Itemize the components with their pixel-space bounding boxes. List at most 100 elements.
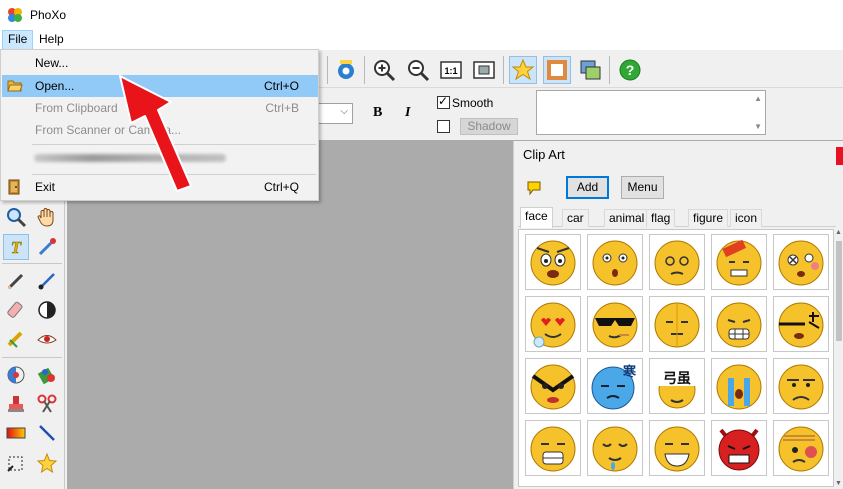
- scroll-up-icon[interactable]: ▲: [835, 229, 842, 236]
- clip-art-item[interactable]: [525, 296, 581, 352]
- clip-art-item[interactable]: [649, 296, 705, 352]
- tab-animal[interactable]: animal: [604, 209, 650, 227]
- title-bar: PhoXo: [0, 0, 843, 30]
- clip-art-item[interactable]: [525, 420, 581, 476]
- menu-item-from-clipboard[interactable]: From Clipboard Ctrl+B: [2, 97, 318, 119]
- sparkle-tool[interactable]: [34, 450, 60, 476]
- shocked-face-icon: [778, 240, 824, 286]
- italic-button[interactable]: I: [405, 105, 410, 121]
- scroll-down-icon[interactable]: ▼: [835, 480, 842, 487]
- crop-tool[interactable]: [3, 450, 29, 476]
- smooth-label: Smooth: [452, 96, 494, 110]
- clip-art-item[interactable]: [587, 420, 643, 476]
- text-tool[interactable]: T: [3, 234, 29, 260]
- exit-door-icon: [8, 179, 20, 195]
- tool-separator: [2, 357, 62, 358]
- scrollbar-thumb[interactable]: [836, 241, 842, 341]
- drooling-face-icon: [592, 426, 638, 472]
- gradient-tool[interactable]: [3, 420, 29, 446]
- clip-art-item[interactable]: [649, 420, 705, 476]
- zoom-tool[interactable]: [3, 204, 29, 230]
- clip-art-scrollbar[interactable]: ▲ ▼: [834, 229, 843, 487]
- red-eye-tool[interactable]: [34, 326, 60, 352]
- menu-file[interactable]: File: [2, 30, 34, 50]
- scissors-tool[interactable]: [34, 391, 60, 417]
- menu-item-new[interactable]: New...: [2, 52, 318, 74]
- help-button[interactable]: ?: [616, 56, 644, 84]
- clip-art-item[interactable]: [711, 420, 767, 476]
- pencil-icon: [7, 273, 24, 290]
- clip-art-item[interactable]: [773, 296, 829, 352]
- paintbrush-palette-icon: [7, 331, 23, 348]
- stamp-tool[interactable]: [3, 326, 29, 352]
- menu-item-open[interactable]: Open... Ctrl+O: [2, 75, 318, 97]
- tab-car[interactable]: car: [562, 209, 589, 227]
- shadow-button[interactable]: Shadow: [460, 118, 518, 135]
- eyedropper-tool[interactable]: [34, 234, 60, 260]
- eraser-tool[interactable]: [3, 297, 29, 323]
- clip-art-item[interactable]: [711, 234, 767, 290]
- fit-window-button[interactable]: [470, 56, 498, 84]
- clip-art-item[interactable]: [773, 358, 829, 414]
- clip-art-panel: Clip Art Add Menu face car animal flag f…: [513, 141, 843, 489]
- clone-tool[interactable]: [3, 362, 29, 388]
- actual-size-button[interactable]: 1:1: [437, 56, 465, 84]
- clip-art-item[interactable]: 寒: [587, 358, 643, 414]
- scroll-down-icon[interactable]: ▼: [754, 122, 762, 131]
- menu-item-exit[interactable]: Exit Ctrl+Q: [2, 176, 318, 198]
- hand-tool[interactable]: [34, 204, 60, 230]
- zoom-in-button[interactable]: [370, 56, 398, 84]
- menu-button[interactable]: Menu: [621, 176, 664, 199]
- add-button[interactable]: Add: [566, 176, 609, 199]
- brush-tool[interactable]: [34, 268, 60, 294]
- clip-art-item[interactable]: [773, 420, 829, 476]
- refresh-button[interactable]: [332, 56, 360, 84]
- tab-flag[interactable]: flag: [646, 209, 676, 227]
- contrast-tool[interactable]: [34, 297, 60, 323]
- love-eyes-face-icon: [530, 302, 576, 348]
- recent-file-blurred[interactable]: [34, 154, 226, 162]
- zoom-out-button[interactable]: [404, 56, 432, 84]
- effects-button[interactable]: [509, 56, 537, 84]
- clip-art-item[interactable]: [525, 358, 581, 414]
- menu-item-from-scanner[interactable]: From Scanner or Camera...: [2, 119, 318, 141]
- help-icon: ?: [619, 59, 641, 81]
- bandaged-face-icon: [716, 239, 762, 286]
- svg-text:1:1: 1:1: [444, 66, 457, 76]
- fill-tool[interactable]: [34, 362, 60, 388]
- clip-art-item[interactable]: [773, 234, 829, 290]
- bold-button[interactable]: B: [373, 105, 382, 121]
- shadow-checkbox[interactable]: [437, 120, 450, 133]
- zoom-in-icon: [374, 60, 396, 82]
- clip-art-item[interactable]: [711, 358, 767, 414]
- clip-art-item[interactable]: [649, 234, 705, 290]
- close-button[interactable]: [836, 147, 843, 165]
- stamp-red-tool[interactable]: [3, 391, 29, 417]
- tab-figure[interactable]: figure: [688, 209, 729, 227]
- pencil-tool[interactable]: [3, 268, 29, 294]
- text-input-area[interactable]: ▲ ▼: [536, 90, 766, 135]
- clone-icon: [7, 366, 25, 384]
- line-icon: [39, 425, 55, 441]
- font-size-select[interactable]: ⌵: [316, 103, 353, 124]
- layers-button[interactable]: [576, 56, 604, 84]
- frame-button[interactable]: [543, 56, 571, 84]
- line-tool[interactable]: [34, 420, 60, 446]
- tab-face[interactable]: face: [520, 207, 553, 228]
- tab-icon[interactable]: icon: [730, 209, 763, 227]
- clip-art-item[interactable]: [711, 296, 767, 352]
- refresh-gear-icon: [338, 60, 354, 79]
- clip-art-item[interactable]: 弓虽: [649, 358, 705, 414]
- smooth-checkbox[interactable]: [437, 94, 450, 109]
- crop-icon: [7, 456, 23, 472]
- actual-size-icon: 1:1: [440, 61, 462, 79]
- menu-separator: [32, 174, 316, 175]
- layers-icon: [580, 60, 601, 80]
- clip-art-item[interactable]: [587, 234, 643, 290]
- clip-art-item[interactable]: [587, 296, 643, 352]
- scroll-up-icon[interactable]: ▲: [754, 94, 762, 103]
- menu-help[interactable]: Help: [34, 30, 69, 50]
- surprised-face-icon: [592, 240, 638, 286]
- sparkle-star-icon: [36, 452, 58, 474]
- clip-art-item[interactable]: [525, 234, 581, 290]
